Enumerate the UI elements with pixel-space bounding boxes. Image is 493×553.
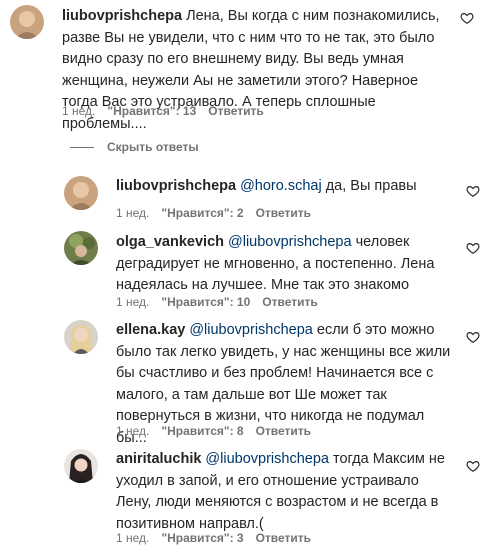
heart-icon[interactable] [466,184,480,198]
comment-meta: 1 нед. "Нравится": 10 Ответить [116,295,330,309]
hide-replies-label: Скрыть ответы [107,140,199,154]
reply-button[interactable]: Ответить [256,424,311,438]
comment-meta: 1 нед. "Нравится": 2 Ответить [116,206,323,220]
comment-username[interactable]: liubovprishchepa [116,178,236,194]
divider [70,146,94,148]
comment-body: aniritaluchik @liubovprishchepa тогда Мак… [116,449,456,535]
avatar[interactable] [64,176,98,210]
comment-time[interactable]: 1 нед. [116,424,149,438]
comment-meta: 1 нед. "Нравится": 8 Ответить [116,424,323,438]
hide-replies-button[interactable]: Скрыть ответы [70,139,199,155]
comment-username[interactable]: ellena.kay [116,322,185,338]
comment-likes-count[interactable]: "Нравится": 8 [161,424,243,438]
comment-likes-count[interactable]: "Нравится": 3 [161,531,243,545]
comment-time[interactable]: 1 нед. [116,295,149,309]
avatar[interactable] [64,320,98,354]
reply-button[interactable]: Ответить [256,206,311,220]
comment-body: liubovprishchepa @horo.schaj да, Вы правы [116,176,456,198]
mention-link[interactable]: @liubovprishchepa [228,234,352,250]
comment-text: да, Вы правы [325,178,417,194]
reply-button[interactable]: Ответить [256,531,311,545]
comment-meta: 1 нед. "Нравится": 13 Ответить [62,104,276,118]
mention-link[interactable]: @horo.schaj [240,178,322,194]
comment-username[interactable]: liubovprishchepa [62,8,182,24]
mention-link[interactable]: @liubovprishchepa [189,322,313,338]
reply-button[interactable]: Ответить [208,104,263,118]
comment-username[interactable]: olga_vankevich [116,234,224,250]
heart-icon[interactable] [466,459,480,473]
comment-likes-count[interactable]: "Нравится": 10 [161,295,250,309]
heart-icon[interactable] [466,241,480,255]
mention-link[interactable]: @liubovprishchepa [205,451,329,467]
heart-icon[interactable] [460,11,474,25]
reply-button[interactable]: Ответить [262,295,317,309]
comment-time[interactable]: 1 нед. [62,104,95,118]
comment-username[interactable]: aniritaluchik [116,451,201,467]
comment-body: olga_vankevich @liubovprishchepa человек … [116,232,456,297]
comment-likes-count[interactable]: "Нравится": 2 [161,206,243,220]
comment-likes-count[interactable]: "Нравится": 13 [107,104,196,118]
avatar[interactable] [10,5,44,39]
heart-icon[interactable] [466,330,480,344]
avatar[interactable] [64,231,98,265]
comment-meta: 1 нед. "Нравится": 3 Ответить [116,531,323,545]
comment-time[interactable]: 1 нед. [116,206,149,220]
comment-time[interactable]: 1 нед. [116,531,149,545]
avatar[interactable] [64,449,98,483]
